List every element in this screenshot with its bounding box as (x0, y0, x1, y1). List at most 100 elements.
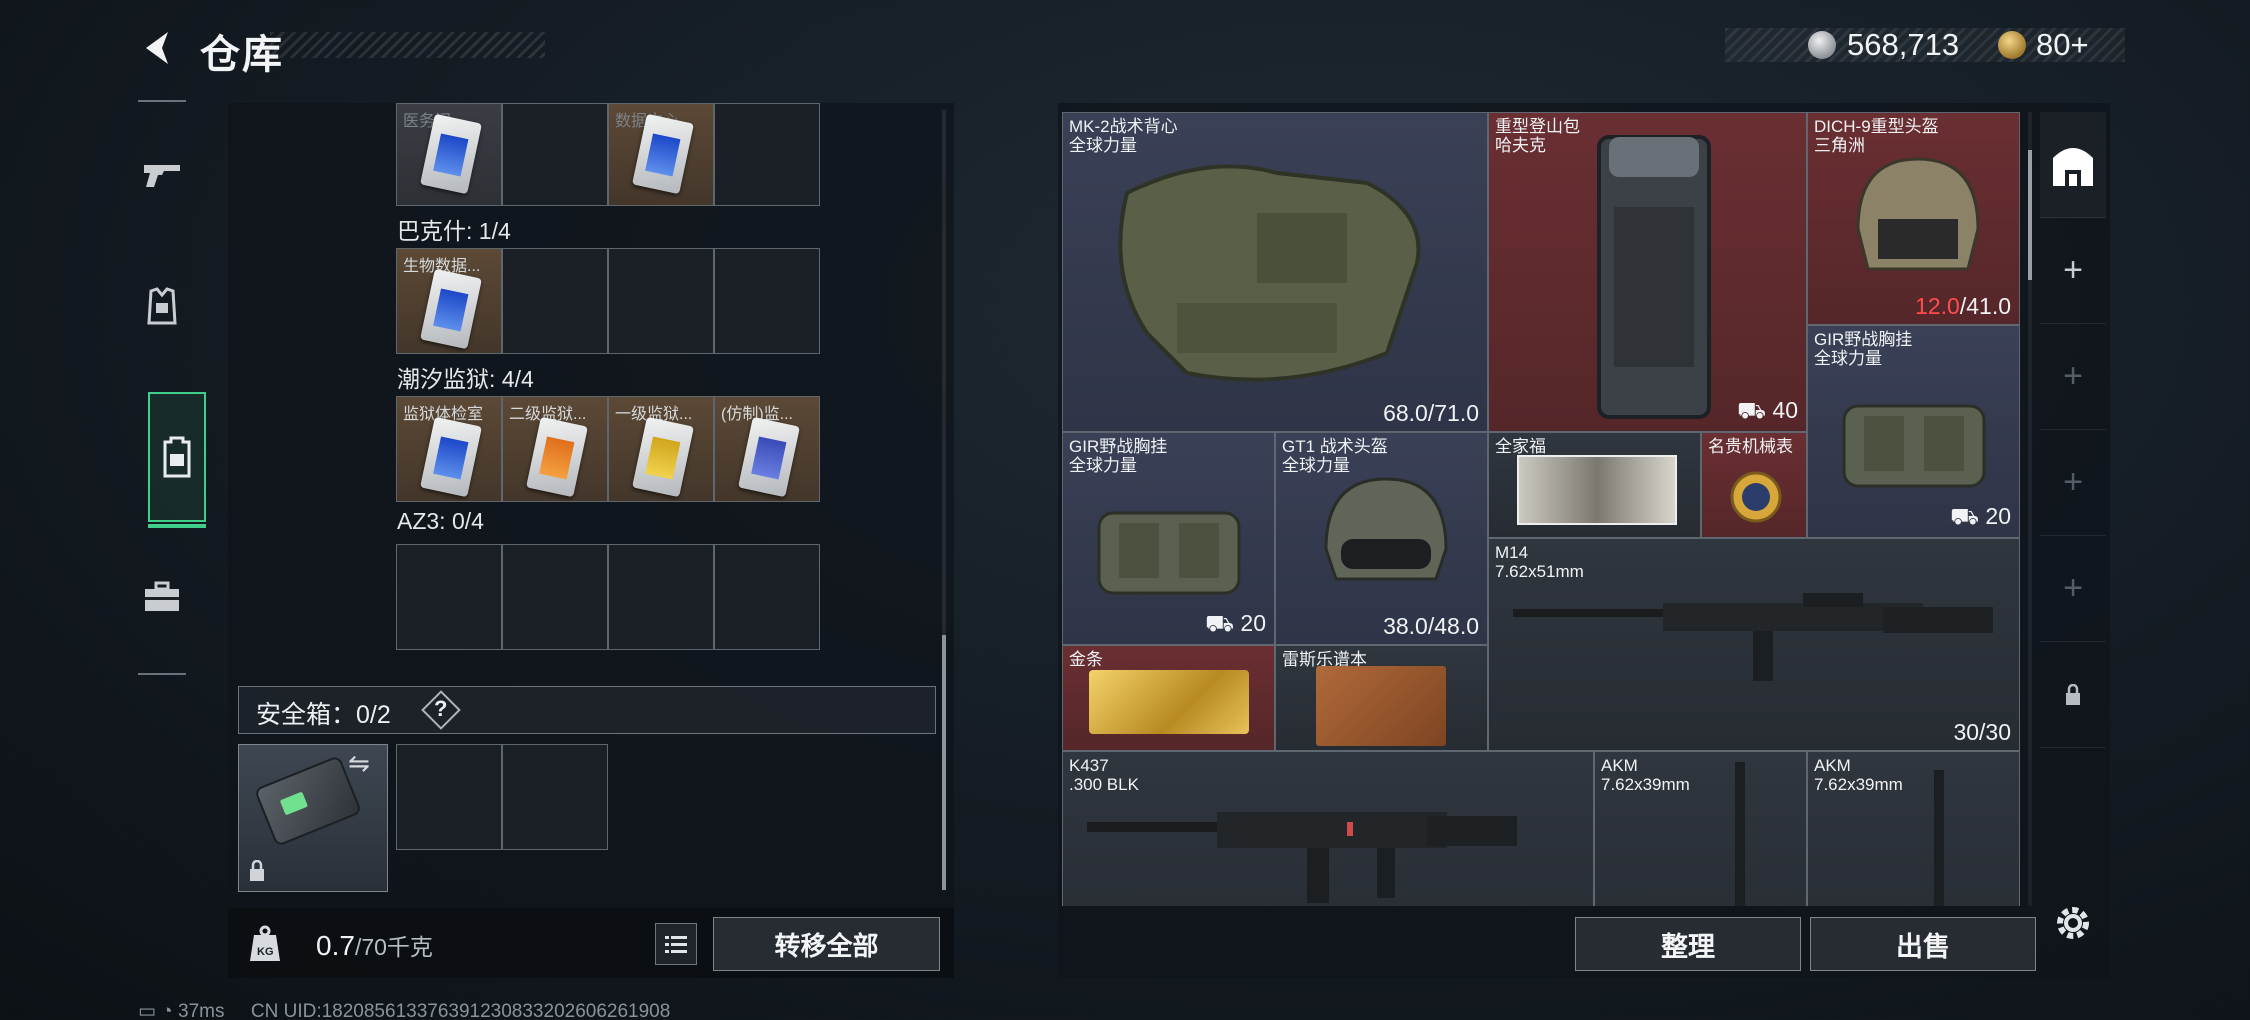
add-stash-tab-button[interactable]: + (2040, 536, 2106, 642)
container-slot[interactable]: 医务间 (396, 103, 502, 206)
nav-toolbox[interactable] (138, 542, 186, 652)
item-gt1-helmet[interactable]: GT1 战术头盔 全球力量 38.0/48.0 (1275, 432, 1488, 645)
item-gir-chest-rig[interactable]: GIR野战胸挂 全球力量 ⛟ 20 (1807, 325, 2020, 538)
item-capacity: ⛟ 20 (1950, 503, 2011, 529)
back-arrow-icon[interactable] (138, 28, 178, 68)
left-scrollbar-thumb[interactable] (942, 635, 946, 890)
item-mk2-vest[interactable]: MK-2战术背心 全球力量 68.0/71.0 (1062, 112, 1488, 432)
group-label-az3: AZ3: 0/4 (397, 508, 484, 534)
item-akm-rifle[interactable]: AKM 7.62x39mm (1807, 751, 2020, 906)
helmet-image (1856, 157, 1980, 271)
help-text: ? (434, 696, 448, 721)
item-k437-rifle[interactable]: K437.300 BLK (1062, 751, 1594, 906)
item-durability: 68.0/71.0 (1383, 400, 1479, 426)
item-m14-rifle[interactable]: M14 7.62x51mm 30/30 (1488, 538, 2020, 751)
item-name: 重型登山包 哈夫克 (1495, 117, 1580, 155)
weight-value: 0.7 (316, 930, 355, 961)
page-title: 仓库 (200, 33, 284, 77)
uid-readout: CN UID:18208561337639123083320260626190​… (250, 1001, 671, 1020)
group-label-bakesh: 巴克什: 1/4 (397, 218, 511, 244)
sell-button[interactable]: 出售 (1810, 917, 2036, 971)
weight-kg-icon: KG (250, 925, 280, 961)
item-name: AKM 7.62x39mm (1814, 756, 1903, 794)
container-slot[interactable]: 监狱体检室 (396, 396, 502, 502)
nav-armor[interactable] (138, 252, 186, 362)
sort-button[interactable]: 整理 (1575, 917, 1801, 971)
title-stripe (270, 32, 545, 58)
category-nav (138, 100, 206, 675)
lock-icon (2066, 683, 2080, 705)
item-heavy-backpack[interactable]: 重型登山包 哈夫克 ⛟ 40 (1488, 112, 1807, 432)
item-name: 金条 (1069, 650, 1103, 669)
gold-balance[interactable]: 80+ (2036, 27, 2089, 63)
photo-image (1517, 455, 1677, 525)
rifle-image (1087, 812, 1517, 903)
container-slot[interactable] (714, 544, 820, 650)
item-dich9-helmet[interactable]: DICH-9重型头盔 三角洲 12.0/41.0 (1807, 112, 2020, 325)
book-image (1316, 666, 1446, 746)
item-ammo: 30/30 (1953, 719, 2011, 745)
item-capacity: ⛟ 20 (1205, 610, 1266, 636)
silver-coin-icon (1808, 31, 1836, 59)
stash-scrollbar-thumb[interactable] (2028, 150, 2032, 280)
list-icon (665, 936, 687, 953)
helmet-image (1324, 477, 1448, 581)
gold-bar-image (1089, 670, 1249, 734)
add-stash-tab-button[interactable]: + (2040, 218, 2106, 324)
rifle-image (1735, 762, 1745, 906)
item-name: 全家福 (1495, 437, 1546, 456)
safe-box-label: 安全箱：0/2 (256, 701, 391, 729)
stash-tabs: + + + + (2040, 112, 2106, 906)
container-slot[interactable]: 一级监狱... (608, 396, 714, 502)
list-view-button[interactable] (655, 923, 697, 965)
warehouse-icon (2053, 147, 2093, 186)
chest-rig-image (1842, 404, 1986, 488)
safe-slot[interactable] (502, 744, 608, 850)
item-gir-chest-rig[interactable]: GIR野战胸挂 全球力量 ⛟ 20 (1062, 432, 1275, 645)
add-stash-tab-button[interactable]: + (2040, 324, 2106, 430)
container-slot[interactable] (714, 248, 820, 354)
container-slot[interactable]: (仿制)监... (714, 396, 820, 502)
container-slot[interactable]: 数据中心 (608, 103, 714, 206)
safe-slot[interactable] (396, 744, 502, 850)
item-name: M14 7.62x51mm (1495, 543, 1584, 581)
gear-icon[interactable] (2053, 903, 2093, 943)
svg-text:KG: KG (257, 946, 274, 958)
container-slot[interactable] (608, 248, 714, 354)
item-name: GIR野战胸挂 全球力量 (1069, 437, 1168, 475)
item-luxury-watch[interactable]: 名贵机械表 (1701, 432, 1807, 538)
stash-tab-main[interactable] (2040, 112, 2106, 218)
backpack-icon (163, 436, 191, 478)
container-slot[interactable] (714, 103, 820, 206)
vest-image (1118, 164, 1421, 382)
container-slot[interactable] (396, 544, 502, 650)
rifle-image (1513, 593, 1993, 681)
container-slot[interactable]: 二级监狱... (502, 396, 608, 502)
container-slot[interactable] (502, 103, 608, 206)
container-slot[interactable]: 生物数据... (396, 248, 502, 354)
group-label-prison: 潮汐监狱: 4/4 (397, 366, 534, 392)
container-slot[interactable] (502, 248, 608, 354)
item-name: AKM 7.62x39mm (1601, 756, 1690, 794)
transfer-all-button[interactable]: 转移全部 (713, 917, 940, 971)
container-slot[interactable] (502, 544, 608, 650)
toolbox-icon (145, 581, 179, 611)
item-gold-bar[interactable]: 金条 (1062, 645, 1275, 751)
weight-unit: /70千克 (354, 934, 433, 960)
item-akm-rifle[interactable]: AKM 7.62x39mm (1594, 751, 1807, 906)
watch-image (1730, 471, 1782, 523)
item-family-photo[interactable]: 全家福 (1488, 432, 1701, 538)
status-footer: ▭ ◔ 37ms CN UID:182085613376391230833202… (138, 1001, 671, 1020)
item-sheet-music[interactable]: 雷斯乐谱本 (1275, 645, 1488, 751)
locked-stash-tab[interactable] (2040, 642, 2106, 748)
container-slot[interactable] (608, 544, 714, 650)
chest-rig-image (1097, 511, 1241, 595)
pistol-icon (144, 165, 180, 187)
nav-weapons[interactable] (138, 120, 186, 230)
item-name: GIR野战胸挂 全球力量 (1814, 330, 1913, 368)
nav-backpack[interactable] (148, 392, 206, 528)
lock-icon (250, 860, 264, 881)
item-capacity: ⛟ 40 (1737, 397, 1798, 423)
add-stash-tab-button[interactable]: + (2040, 430, 2106, 536)
swap-icon[interactable]: ⇋ (348, 748, 370, 779)
